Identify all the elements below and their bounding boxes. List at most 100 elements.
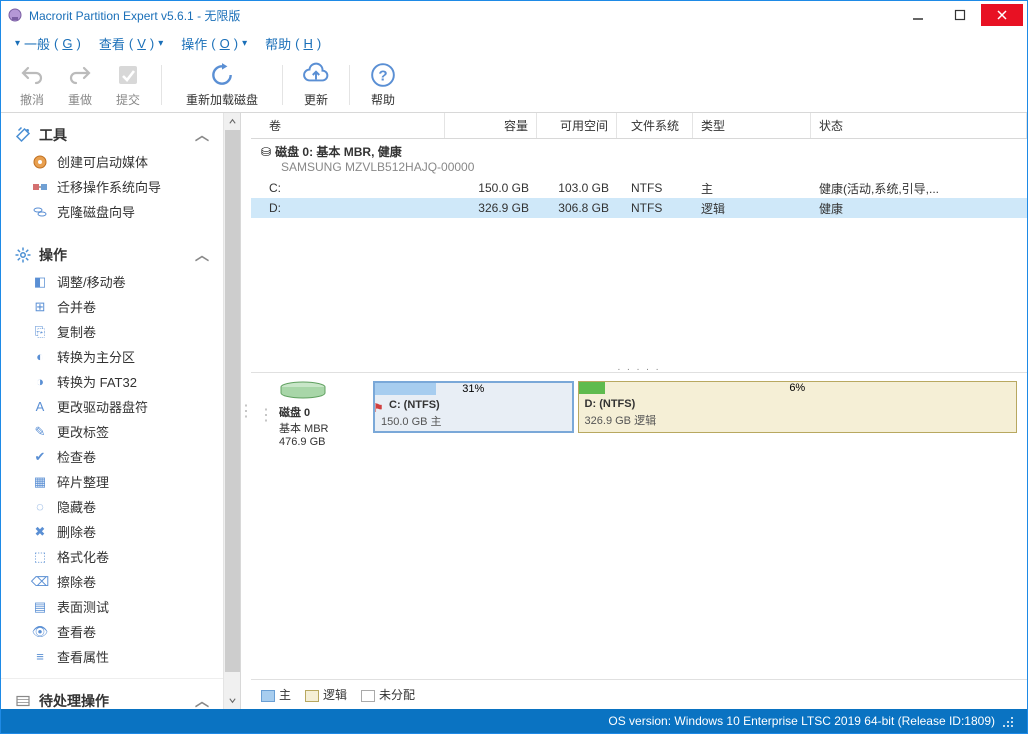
menu-view[interactable]: 查看(V)▾: [99, 34, 163, 53]
legend: 主 逻辑 未分配: [251, 679, 1027, 709]
svg-text:?: ?: [378, 67, 387, 84]
sidebar-group-operations[interactable]: 操作 ︿: [1, 241, 223, 269]
sidebar-op-item[interactable]: ⊞合并卷: [1, 294, 223, 319]
grid-body: ⛁磁盘 0: 基本 MBR, 健康 SAMSUNG MZVLB512HAJQ-0…: [251, 139, 1027, 362]
sidebar-op-item[interactable]: ◐转换为主分区: [1, 344, 223, 369]
toolbar-separator: [161, 65, 162, 105]
op-icon: 👁: [31, 623, 49, 641]
maximize-button[interactable]: [939, 4, 981, 26]
disc-icon: [31, 153, 49, 171]
disk-icon: ⛁: [261, 145, 271, 159]
op-icon: ◐: [31, 348, 49, 366]
menu-help[interactable]: 帮助(H): [265, 34, 321, 53]
chevron-up-icon: ︿: [193, 126, 211, 144]
col-volume[interactable]: 卷: [251, 113, 445, 138]
sidebar-op-item[interactable]: ◧调整/移动卷: [1, 269, 223, 294]
hdd-icon: [279, 381, 327, 399]
commit-button[interactable]: 提交: [107, 61, 149, 108]
op-icon: ⬚: [31, 548, 49, 566]
reload-button[interactable]: 重新加载磁盘: [174, 61, 270, 108]
menu-operations[interactable]: 操作(O)▾: [181, 34, 247, 53]
sidebar-op-item[interactable]: A更改驱动器盘符: [1, 394, 223, 419]
redo-icon: [66, 61, 94, 89]
help-button[interactable]: ? 帮助: [362, 61, 404, 108]
statusbar: OS version: Windows 10 Enterprise LTSC 2…: [1, 709, 1027, 733]
reload-icon: [208, 61, 236, 89]
splitter-horizontal[interactable]: . . . . .: [251, 362, 1027, 372]
undo-icon: [18, 61, 46, 89]
diskmap-grip[interactable]: ⋮: [261, 381, 271, 448]
col-free[interactable]: 可用空间: [537, 113, 617, 138]
op-icon: ◧: [31, 273, 49, 291]
help-icon: ?: [369, 61, 397, 89]
sidebar-group-tools[interactable]: 工具 ︿: [1, 121, 223, 149]
disk-header-row[interactable]: ⛁磁盘 0: 基本 MBR, 健康 SAMSUNG MZVLB512HAJQ-0…: [251, 139, 1027, 178]
splitter-vertical[interactable]: ⋮: [241, 113, 251, 709]
scroll-down-button[interactable]: [224, 692, 241, 709]
op-icon: ◑: [31, 373, 49, 391]
clone-icon: [31, 203, 49, 221]
col-fs[interactable]: 文件系统: [617, 113, 693, 138]
scroll-up-button[interactable]: [224, 113, 241, 130]
sidebar-op-item[interactable]: ✎更改标签: [1, 419, 223, 444]
op-icon: A: [31, 398, 49, 416]
grid-header: 卷 容量 可用空间 文件系统 类型 状态: [251, 113, 1027, 139]
commit-icon: [114, 61, 142, 89]
sidebar-op-item[interactable]: 👁查看卷: [1, 619, 223, 644]
partition-row[interactable]: C: 150.0 GB 103.0 GB NTFS 主 健康(活动,系统,引导,…: [251, 178, 1027, 198]
sidebar-item-migrate-os[interactable]: 迁移操作系统向导: [1, 174, 223, 199]
sidebar-item-clone-disk[interactable]: 克隆磁盘向导: [1, 199, 223, 224]
op-icon: ✖: [31, 523, 49, 541]
sidebar-op-item[interactable]: ⬚格式化卷: [1, 544, 223, 569]
menubar: ▾一般(G) 查看(V)▾ 操作(O)▾ 帮助(H): [1, 29, 1027, 57]
chevron-up-icon: ︿: [193, 246, 211, 264]
sidebar-op-item[interactable]: ▤表面测试: [1, 594, 223, 619]
col-capacity[interactable]: 容量: [445, 113, 537, 138]
sidebar-scrollbar[interactable]: [223, 113, 240, 709]
toolbar-separator: [282, 65, 283, 105]
sidebar-group-pending[interactable]: 待处理操作 ︿: [1, 687, 223, 709]
scroll-thumb[interactable]: [225, 130, 240, 672]
sidebar-item-bootable-media[interactable]: 创建可启动媒体: [1, 149, 223, 174]
tools-icon: [13, 125, 33, 145]
diskmap-partition[interactable]: 31% ⚑ C: (NTFS) 150.0 GB 主: [373, 381, 574, 433]
sidebar-op-item[interactable]: ⎘复制卷: [1, 319, 223, 344]
op-icon: ✔: [31, 448, 49, 466]
undo-button[interactable]: 撤消: [11, 61, 53, 108]
update-button[interactable]: 更新: [295, 61, 337, 108]
sidebar-op-item[interactable]: ◑转换为 FAT32: [1, 369, 223, 394]
toolbar-separator: [349, 65, 350, 105]
titlebar: Macrorit Partition Expert v5.6.1 - 无限版: [1, 1, 1027, 29]
minimize-button[interactable]: [897, 4, 939, 26]
close-button[interactable]: [981, 4, 1023, 26]
op-icon: ▤: [31, 598, 49, 616]
op-icon: ✎: [31, 423, 49, 441]
diskmap-partition[interactable]: 6% D: (NTFS) 326.9 GB 逻辑: [578, 381, 1017, 433]
pending-icon: [13, 691, 33, 709]
status-text: OS version: Windows 10 Enterprise LTSC 2…: [608, 714, 995, 728]
sidebar-op-item[interactable]: ≡查看属性: [1, 644, 223, 669]
sidebar-op-item[interactable]: ⌫擦除卷: [1, 569, 223, 594]
app-icon: [7, 7, 23, 23]
sidebar: 工具 ︿ 创建可启动媒体 迁移操作系统向导 克隆磁盘向导 操作 ︿: [1, 113, 241, 709]
sidebar-op-item[interactable]: ▦碎片整理: [1, 469, 223, 494]
col-type[interactable]: 类型: [693, 113, 811, 138]
op-icon: ⌫: [31, 573, 49, 591]
sidebar-op-item[interactable]: ◌隐藏卷: [1, 494, 223, 519]
sidebar-op-item[interactable]: ✔检查卷: [1, 444, 223, 469]
cloud-upload-icon: [302, 61, 330, 89]
op-icon: ◌: [31, 498, 49, 516]
partition-row[interactable]: D: 326.9 GB 306.8 GB NTFS 逻辑 健康: [251, 198, 1027, 218]
chevron-up-icon: ︿: [193, 692, 211, 709]
op-icon: ⎘: [31, 323, 49, 341]
op-icon: ⊞: [31, 298, 49, 316]
status-grip-icon: [1001, 713, 1017, 729]
op-icon: ▦: [31, 473, 49, 491]
disk-map-info: 磁盘 0 基本 MBR 476.9 GB: [279, 381, 365, 448]
menu-general[interactable]: ▾一般(G): [15, 34, 81, 53]
redo-button[interactable]: 重做: [59, 61, 101, 108]
disk-map: ⋮ 磁盘 0 基本 MBR 476.9 GB 31% ⚑ C: (NTFS) 1…: [251, 372, 1027, 456]
sidebar-op-item[interactable]: ✖删除卷: [1, 519, 223, 544]
col-status[interactable]: 状态: [811, 113, 1027, 138]
op-icon: ≡: [31, 648, 49, 666]
